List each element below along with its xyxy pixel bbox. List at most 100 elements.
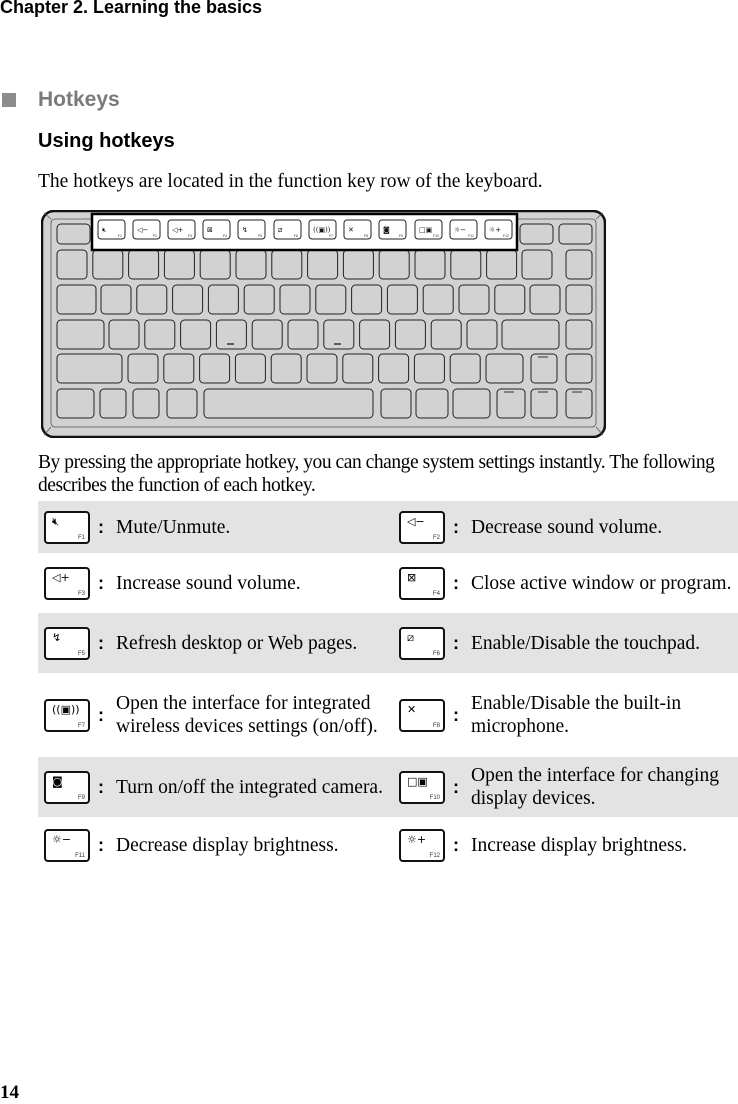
hotkey-entry: ◙ F9: Turn on/off the integrated camera. [38, 757, 388, 817]
separator: : [453, 572, 459, 593]
alt-key [166, 388, 198, 419]
function-key-label: F5 [77, 650, 85, 657]
hotkey-entry: ◁− F2: Decrease sound volume. [388, 501, 738, 553]
display-switch-icon: □▣ [407, 774, 428, 788]
hotkey-keycap: ⧄ F6 [399, 626, 445, 660]
touchpad-icon: ⧄ [407, 630, 414, 644]
key [415, 388, 449, 419]
volume-up-icon: ◁+ [172, 226, 183, 234]
key [422, 284, 454, 315]
key [519, 223, 554, 245]
key [378, 249, 410, 280]
key [394, 319, 426, 350]
arrow-right-key [565, 388, 593, 419]
separator: : [453, 776, 459, 797]
function-key-label: F8 [432, 722, 440, 729]
hotkey-description: Open the interface for changing display … [471, 765, 719, 809]
key [413, 353, 445, 384]
mute-icon: 🔇︎ [102, 226, 106, 234]
function-key-label: F8 [364, 234, 368, 238]
key [315, 284, 347, 315]
key [243, 284, 275, 315]
key [287, 319, 319, 350]
hotkey-description: Increase sound volume. [116, 572, 301, 594]
key [307, 249, 339, 280]
hotkey-keycap: ◙ F9 [44, 770, 90, 804]
key [342, 249, 374, 280]
function-key-label: F11 [75, 852, 85, 859]
hotkey-entry: ☼− F11: Decrease display brightness. [38, 817, 388, 873]
key [359, 319, 391, 350]
key [342, 353, 374, 384]
hotkey-entry: ⊠ F4: Close active window or program. [388, 553, 738, 613]
tab-key [56, 284, 97, 315]
esc-key [56, 223, 91, 245]
brightness-up-icon: ☼+ [489, 226, 501, 234]
wireless-icon: ((▣)) [313, 226, 331, 234]
key [565, 319, 593, 350]
space-key [203, 388, 374, 419]
hotkey-keycap: ☼− F11 [44, 828, 90, 862]
key [271, 249, 303, 280]
key [172, 284, 204, 315]
key [127, 353, 159, 384]
key [565, 353, 593, 384]
hotkey-keycap: ((▣)) F7 [44, 698, 90, 732]
key [163, 249, 195, 280]
keyboard-svg: 🔇︎ F1 ◁− F2 ◁+ F3 ⊠ F4 ↯ F5 ⧄ F6 ((▣))F7 ✕ F8 ◙ F9 □▣F10 ☼… [41, 210, 606, 438]
hotkey-description: Enable/Disable the touchpad. [471, 632, 701, 654]
function-key-label: F10 [433, 234, 439, 238]
hotkey-table-row: ◙ F9: Turn on/off the integrated camera. □▣… [38, 757, 738, 817]
key [235, 249, 267, 280]
hotkey-table-row: ((▣)) F7: Open the interface for integrate… [38, 673, 738, 757]
key [466, 319, 498, 350]
separator: : [98, 704, 104, 725]
separator: : [453, 516, 459, 537]
brightness-down-icon: ☼− [454, 226, 466, 234]
key [430, 319, 462, 350]
hotkey-table-row: 🔇︎ F1: Mute/Unmute. ◁− F2: Decrease sound vol… [38, 501, 738, 553]
description-paragraph: By pressing the appropriate hotkey, you … [38, 452, 715, 496]
section-heading: Hotkeys [2, 88, 120, 112]
enter-key [501, 319, 560, 350]
function-key-label: F12 [503, 234, 509, 238]
caps-lock-key [56, 319, 105, 350]
key [351, 284, 383, 315]
touchpad-icon: ⧄ [278, 226, 283, 234]
key [306, 353, 338, 384]
hotkey-description: Increase display brightness. [471, 834, 688, 856]
key [450, 249, 482, 280]
hotkey-entry: □▣ F10: Open the interface for changing di… [388, 757, 738, 817]
volume-down-icon: ◁− [407, 514, 425, 528]
section-bullet-icon [2, 93, 16, 107]
hotkey-entry: ◁+ F3: Increase sound volume. [38, 553, 388, 613]
chapter-title: Chapter 2. Learning the basics [0, 0, 263, 17]
function-key-label: F3 [188, 234, 192, 238]
volume-down-icon: ◁− [137, 226, 148, 234]
key [558, 223, 593, 245]
hotkey-keycap: ↯ F5 [44, 626, 90, 660]
camera-icon: ◙ [52, 774, 63, 788]
mute-icon: 🔇︎ [52, 514, 59, 528]
key [163, 353, 195, 384]
page-number: 14 [0, 1082, 19, 1103]
separator: : [98, 632, 104, 653]
key [207, 284, 239, 315]
key [270, 353, 302, 384]
function-key-label: F1 [77, 534, 85, 541]
key [144, 319, 176, 350]
function-key-label: F12 [429, 852, 440, 859]
key [56, 249, 88, 280]
hotkey-entry: ↯ F5: Refresh desktop or Web pages. [38, 613, 388, 673]
refresh-icon: ↯ [242, 226, 248, 234]
hotkey-description: Decrease sound volume. [471, 516, 663, 538]
function-key-label: F9 [77, 794, 85, 801]
function-key-label: F11 [468, 234, 474, 238]
hotkey-keycap: ☼+ F12 [399, 828, 445, 862]
wireless-icon: ((▣)) [52, 702, 80, 716]
function-key-label: F6 [294, 234, 298, 238]
close-window-icon: ⊠ [407, 570, 417, 584]
key [136, 284, 168, 315]
function-key-label: F3 [77, 590, 85, 597]
key [92, 249, 124, 280]
